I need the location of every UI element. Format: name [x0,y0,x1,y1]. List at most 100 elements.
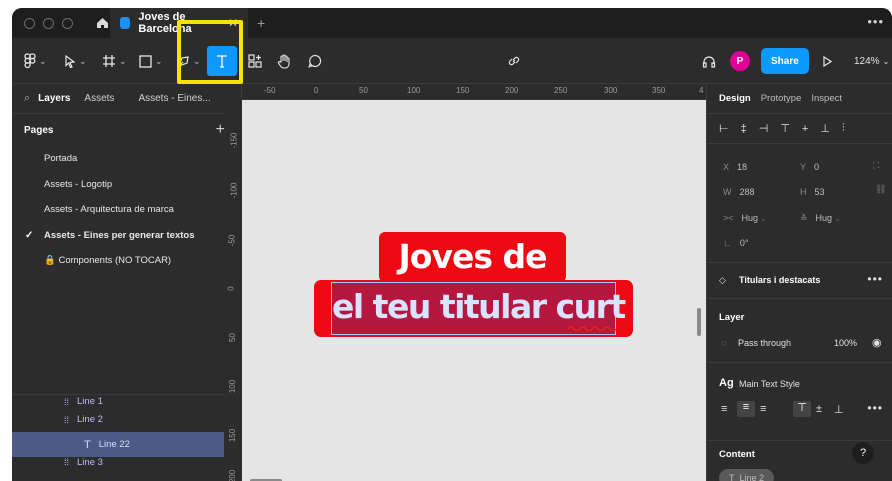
file-icon [120,17,131,29]
align-left-icon[interactable]: ⊢ [719,122,729,135]
headline-frame-line-1[interactable]: Joves de [379,232,566,282]
user-avatar-button[interactable]: P [730,46,750,76]
resources-button[interactable] [248,46,262,76]
layer-label: Line 22 [98,439,130,450]
current-page-dropdown[interactable]: Assets - Eines... [138,93,210,104]
comment-tool-button[interactable] [308,46,322,76]
canvas[interactable]: Joves de el teu titular curt [242,100,706,481]
share-button[interactable]: Share [761,48,809,74]
tab-assets[interactable]: Assets [84,93,114,104]
blend-mode-dropdown[interactable]: Pass through [738,338,791,348]
tab-design[interactable]: Design [719,93,751,104]
horizontal-resizing-dropdown[interactable]: >< Hug ⌄ [723,213,766,223]
vertical-resizing-dropdown[interactable]: ≚ Hug ⌄ [800,213,840,224]
align-bottom-icon[interactable]: ⊥ [820,122,830,135]
text-align-left-icon[interactable]: ≡ [721,403,727,415]
hand-tool-button[interactable] [277,46,291,76]
headline-text-line-2[interactable]: el teu titular curt [332,287,626,326]
chevron-down-icon: ⌄ [79,55,87,66]
tab-prototype[interactable]: Prototype [761,93,802,104]
zoom-dropdown[interactable]: 124% ⌄ [854,46,889,76]
ruler-tick-label: 250 [554,86,568,95]
ruler-tick-label: 0 [226,286,236,291]
chevron-down-icon: ⌄ [155,55,163,66]
maximize-window-button[interactable] [62,17,73,29]
autolayout-icon: ⁞⁞ [64,397,70,407]
main-menu-button[interactable]: ⌄ [24,46,47,76]
align-center-icon[interactable]: ‡ [741,123,747,135]
link-icon [508,56,520,66]
new-tab-icon[interactable]: + [257,15,265,31]
more-icon[interactable]: ••• [867,14,884,29]
width-field[interactable]: W 288 [723,187,755,197]
lock-ratio-icon[interactable]: ⛓ [875,184,886,195]
pages-title: Pages [24,124,54,136]
ruler-tick-label: -150 [229,132,239,149]
home-icon[interactable] [95,16,109,30]
play-icon [823,55,832,67]
page-item[interactable]: Assets - Logotip [12,172,241,198]
page-item[interactable]: Portada [12,146,241,172]
align-middle-icon[interactable]: + [802,123,808,135]
component-name[interactable]: Titulars i destacats [739,275,820,285]
page-label: Assets - Logotip [44,178,113,190]
file-tab[interactable]: Joves de Barcelona ✕ [110,8,248,38]
visibility-eye-icon[interactable]: ◉ [872,336,882,349]
tab-inspect[interactable]: Inspect [811,93,842,104]
headline-frame-line-2[interactable]: el teu titular curt [314,280,633,337]
page-item[interactable]: 🔒 Components (NO TOCAR) [12,248,241,274]
headline-text-line-1[interactable]: Joves de [379,237,566,276]
more-options-icon[interactable]: ••• [867,272,883,286]
text-style-name[interactable]: Main Text Style [739,379,800,389]
vertical-align-top-icon[interactable]: ⊤ [793,401,811,417]
layer-row[interactable]: ⁞⁞ Line 1 [12,395,242,407]
page-label: Assets - Arquitectura de marca [44,204,174,216]
text-align-center-icon[interactable]: ≡ [737,401,755,417]
shape-tool-button[interactable]: ⌄ [139,46,163,76]
text-align-right-icon[interactable]: ≡ [760,403,766,415]
file-tab-title: Joves de Barcelona [138,11,192,35]
close-window-button[interactable] [24,17,35,29]
y-value: 0 [814,162,820,172]
minimize-window-button[interactable] [43,17,54,29]
vertical-align-middle-icon[interactable]: ± [816,403,822,415]
present-button[interactable] [822,46,832,76]
x-field[interactable]: X 18 [723,162,747,172]
rotation-field[interactable]: ∟ 0° [723,238,748,248]
align-right-icon[interactable]: ⊣ [759,122,769,135]
text-tool-button[interactable] [207,46,237,76]
figma-window: Joves de Barcelona ✕ + ••• ⌄ ⌄ ⌄ ⌄ ⌄ P S… [12,8,892,481]
distribute-icon[interactable]: ⫶ [842,122,845,135]
tab-layers[interactable]: Layers [38,93,70,104]
content-title: Content [719,449,755,460]
ruler-tick-label: 100 [228,379,238,394]
layer-row-selected[interactable]: T Line 22 [12,432,242,457]
rectangle-icon [139,54,152,68]
search-icon[interactable]: ⌕ [24,92,30,105]
opacity-field[interactable]: 100% [834,338,857,348]
audio-button[interactable] [702,46,716,76]
layer-row[interactable]: ⁞⁞ Line 2 [12,407,242,432]
text-more-options-icon[interactable]: ••• [867,401,883,415]
frame-tool-button[interactable]: ⌄ [102,46,127,76]
layer-row[interactable]: ⁞⁞ Line 3 [12,457,242,470]
page-item[interactable]: Assets - Arquitectura de marca [12,197,241,223]
move-tool-button[interactable]: ⌄ [64,46,87,76]
dev-link-button[interactable] [507,46,521,76]
help-button[interactable]: ? [852,442,874,464]
page-item-current[interactable]: ✓ Assets - Eines per generar textos [12,223,241,249]
vertical-scrollbar[interactable] [697,308,701,336]
constraints-icon[interactable]: ⛶ [873,160,879,171]
page-label: Assets - Eines per generar textos [44,229,195,241]
close-tab-icon[interactable]: ✕ [228,16,238,30]
height-field[interactable]: H 53 [800,187,825,197]
pen-tool-button[interactable]: ⌄ [177,46,201,76]
content-property-pill[interactable]: T Line 2 [719,469,775,481]
selected-text-layer[interactable]: el teu titular curt [331,282,626,335]
align-top-icon[interactable]: ⊤ [780,122,790,135]
y-field[interactable]: Y0 [800,162,819,172]
comment-icon [308,54,322,68]
checkmark-icon: ✓ [25,229,34,241]
h-label: H [800,187,807,197]
vertical-align-bottom-icon[interactable]: ⊥ [834,403,844,416]
